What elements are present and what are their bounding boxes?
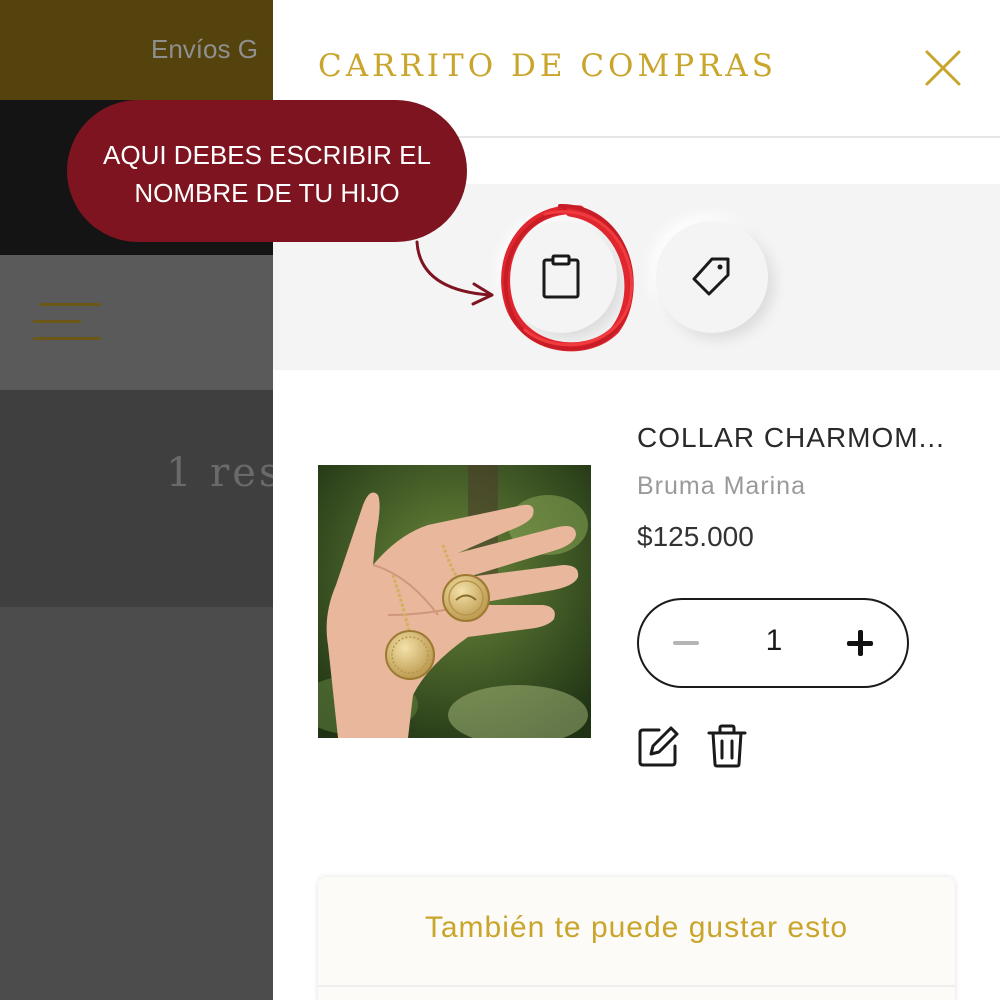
callout-line-2: NOMBRE DE TU HIJO (134, 178, 400, 208)
quantity-value[interactable]: 1 (749, 624, 799, 658)
tag-icon (692, 257, 730, 296)
decrease-quantity-button[interactable] (657, 614, 715, 672)
instruction-callout: AQUI DEBES ESCRIBIR EL NOMBRE DE TU HIJO (67, 100, 467, 242)
results-count-text: 1 res (166, 450, 283, 496)
trash-icon[interactable] (707, 724, 747, 768)
order-note-button[interactable] (505, 221, 617, 333)
callout-text: AQUI DEBES ESCRIBIR EL NOMBRE DE TU HIJO (67, 136, 467, 212)
discount-code-button[interactable] (656, 221, 768, 333)
increase-quantity-button[interactable] (831, 614, 889, 672)
clipboard-icon (542, 254, 580, 299)
product-image[interactable] (318, 465, 591, 738)
recommendations-card: También te puede gustar esto (318, 877, 955, 1000)
cart-title: CARRITO DE COMPRAS (318, 48, 778, 84)
recommendations-title: También te puede gustar esto (424, 911, 849, 944)
callout-line-1: AQUI DEBES ESCRIBIR EL (103, 140, 431, 170)
edit-icon[interactable] (637, 724, 681, 768)
product-price: $125.000 (637, 521, 754, 552)
close-icon[interactable] (923, 48, 963, 88)
quantity-stepper: 1 (637, 598, 909, 688)
hamburger-menu-icon[interactable] (33, 303, 103, 343)
product-name[interactable]: COLLAR CHARMOM... (637, 422, 945, 454)
announcement-text: Envíos G (151, 34, 258, 64)
recommendations-divider (318, 985, 955, 987)
product-variant: Bruma Marina (637, 472, 806, 500)
